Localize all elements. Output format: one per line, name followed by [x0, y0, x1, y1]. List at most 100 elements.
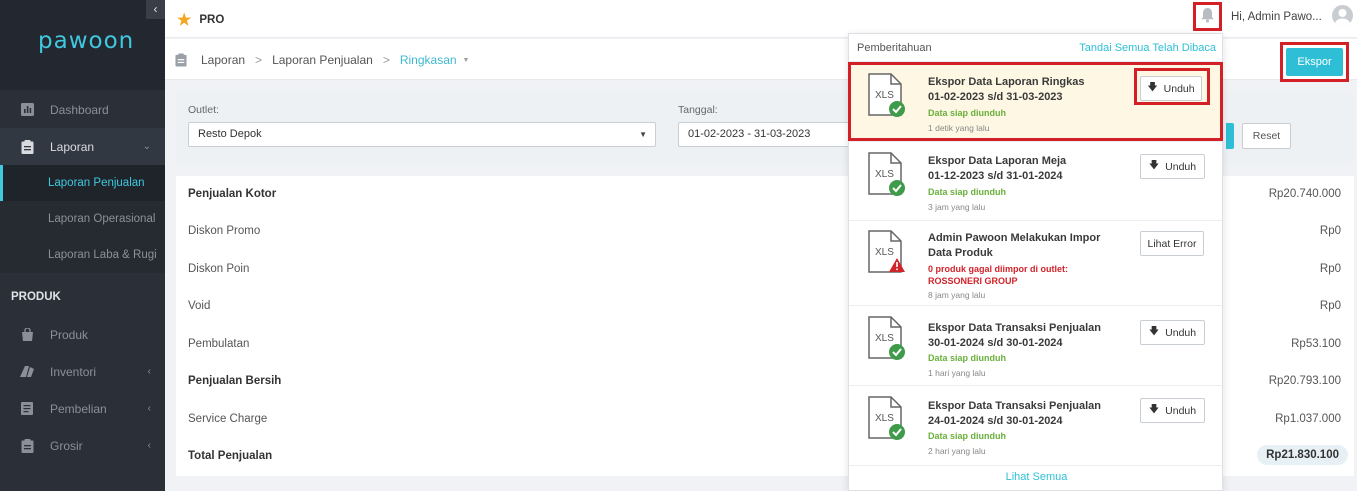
breadcrumb-item-laporan[interactable]: Laporan — [201, 53, 245, 67]
sidebar-item-label: Produk — [50, 327, 89, 342]
breadcrumb-item-laporan-penjualan[interactable]: Laporan Penjualan — [272, 53, 373, 67]
sidebar-item-label: Inventori — [50, 364, 97, 379]
notification-bell-button[interactable] — [1193, 2, 1222, 31]
export-button[interactable]: Ekspor — [1286, 48, 1343, 76]
sidebar-nav: Dashboard Laporan ⌄ Laporan Penjualan La… — [0, 90, 165, 464]
summary-label: Service Charge — [188, 413, 268, 425]
notification-title-text: Ekspor Data Laporan Meja 01-12-2023 s/d … — [928, 155, 1067, 182]
summary-value: Rp0 — [1319, 263, 1341, 275]
summary-label: Void — [188, 300, 211, 312]
summary-label: Total Penjualan — [188, 450, 273, 462]
download-button[interactable]: 🡇 Unduh — [1140, 320, 1205, 345]
total-sales-value: Rp21.830.100 — [1257, 445, 1348, 465]
notification-header: Pemberitahuan Tandai Semua Telah Dibaca — [849, 34, 1222, 62]
summary-label: Diskon Promo — [188, 225, 261, 237]
notification-title-text: Ekspor Data Transaksi Penjualan 30-01-20… — [928, 322, 1102, 349]
sidebar-item-laporan[interactable]: Laporan ⌄ — [0, 128, 165, 165]
notification-item[interactable]: XLS Ekspor Data Transaksi Penjualan 24-0… — [849, 386, 1222, 466]
plan-label: PRO — [199, 14, 225, 26]
download-button[interactable]: 🡇 Unduh — [1140, 76, 1202, 101]
svg-text:XLS: XLS — [875, 90, 894, 101]
breadcrumb-separator: > — [255, 53, 263, 67]
sidebar-item-label: Grosir — [50, 438, 83, 453]
download-arrow-icon: 🡇 — [1148, 160, 1160, 171]
bag-icon — [20, 328, 34, 342]
xls-file-success-icon: XLS — [867, 152, 907, 198]
mark-all-read-link[interactable]: Tandai Semua Telah Dibaca — [1079, 42, 1216, 54]
see-all-notifications-link[interactable]: Lihat Semua — [849, 471, 1222, 483]
notification-time: 3 jam yang lalu — [928, 202, 986, 212]
clipboard-icon — [175, 53, 187, 67]
sidebar-subitem-laporan-laba-rugi[interactable]: Laporan Laba & Rugi — [0, 237, 165, 273]
notification-dropdown: Pemberitahuan Tandai Semua Telah Dibaca … — [848, 33, 1223, 491]
chevron-down-icon: ⌄ — [142, 141, 151, 152]
sidebar-subitem-laporan-operasional[interactable]: Laporan Operasional — [0, 201, 165, 237]
notification-status: 0 produk gagal diimpor di outlet: ROSSON… — [928, 264, 1069, 286]
caret-down-icon: ▼ — [639, 130, 647, 139]
summary-value: Rp0 — [1319, 300, 1341, 312]
xls-file-success-icon: XLS — [867, 73, 907, 119]
notification-time: 2 hari yang lalu — [928, 446, 986, 456]
summary-value: Rp20.740.000 — [1268, 188, 1341, 200]
xls-file-success-icon: XLS — [867, 316, 907, 362]
breadcrumb-item-ringkasan[interactable]: Ringkasan — [400, 53, 457, 67]
sidebar-item-produk[interactable]: Produk — [0, 316, 165, 353]
outlet-select[interactable]: Resto Depok ▼ — [188, 122, 656, 147]
avatar[interactable] — [1332, 5, 1353, 26]
sidebar-item-pembelian[interactable]: Pembelian ‹ — [0, 390, 165, 427]
sidebar-subitem-laporan-penjualan[interactable]: Laporan Penjualan — [0, 165, 165, 201]
view-error-button[interactable]: Lihat Error — [1140, 231, 1204, 256]
download-arrow-icon: 🡇 — [1148, 404, 1160, 415]
export-highlight: Ekspor — [1280, 42, 1349, 82]
clipboard-icon — [20, 438, 34, 453]
notification-time: 1 hari yang lalu — [928, 368, 986, 378]
collapse-sidebar-button[interactable]: ‹ — [146, 0, 165, 19]
bar-chart-icon — [20, 103, 34, 117]
sidebar-item-label: Pembelian — [50, 401, 107, 416]
caret-down-icon[interactable]: ▼ — [463, 57, 470, 64]
download-button[interactable]: 🡇 Unduh — [1140, 398, 1205, 423]
download-arrow-icon: 🡇 — [1147, 82, 1158, 93]
inventory-icon — [20, 365, 34, 379]
user-greeting[interactable]: Hi, Admin Pawo... — [1231, 11, 1322, 23]
download-button[interactable]: 🡇 Unduh — [1140, 154, 1205, 179]
sidebar-item-grosir[interactable]: Grosir ‹ — [0, 427, 165, 464]
svg-text:XLS: XLS — [875, 413, 894, 424]
document-icon — [20, 402, 34, 416]
notification-item[interactable]: XLS Ekspor Data Laporan Ringkas 01-02-20… — [849, 63, 1222, 142]
notification-title-text: Ekspor Data Laporan Ringkas 01-02-2023 s… — [928, 76, 1085, 103]
logo-area: pawoon — [0, 0, 165, 90]
sidebar-item-inventori[interactable]: Inventori ‹ — [0, 353, 165, 390]
summary-value: Rp53.100 — [1291, 338, 1341, 350]
notification-title-text: Admin Pawoon Melakukan Impor Data Produk — [928, 232, 1101, 259]
breadcrumb: Laporan > Laporan Penjualan > Ringkasan … — [175, 53, 469, 67]
pawoon-logo[interactable]: pawoon — [38, 28, 134, 54]
notification-item[interactable]: XLS Ekspor Data Laporan Meja 01-12-2023 … — [849, 142, 1222, 221]
chevron-left-icon: ‹ — [147, 403, 151, 414]
plan-badge: ★ PRO — [177, 10, 224, 30]
summary-value: Rp20.793.100 — [1268, 375, 1341, 387]
sidebar-item-label: Laporan — [50, 139, 95, 154]
svg-text:XLS: XLS — [875, 247, 894, 258]
outlet-label: Outlet: — [188, 104, 219, 116]
sidebar-section-produk: PRODUK — [11, 291, 61, 303]
notification-time: 1 detik yang lalu — [928, 123, 990, 133]
sidebar-item-dashboard[interactable]: Dashboard — [0, 91, 165, 128]
chevron-left-icon: ‹ — [147, 366, 151, 377]
notification-item[interactable]: XLS Ekspor Data Transaksi Penjualan 30-0… — [849, 306, 1222, 386]
sidebar: pawoon ‹ Dashboard Laporan ⌄ Laporan Pen… — [0, 0, 165, 491]
summary-label: Penjualan Bersih — [188, 375, 282, 387]
apply-button[interactable] — [1226, 123, 1234, 149]
notification-title: Pemberitahuan — [857, 42, 932, 54]
bell-icon — [1200, 7, 1215, 26]
svg-text:XLS: XLS — [875, 169, 894, 180]
notification-item[interactable]: XLS Admin Pawoon Melakukan Impor Data Pr… — [849, 221, 1222, 306]
xls-file-error-icon: XLS — [867, 230, 907, 276]
notification-status: Data siap diunduh — [928, 187, 1007, 197]
summary-label: Penjualan Kotor — [188, 188, 277, 200]
star-icon: ★ — [177, 12, 192, 29]
chevron-left-icon: ‹ — [147, 440, 151, 451]
reset-button[interactable]: Reset — [1242, 123, 1291, 149]
notification-title-text: Ekspor Data Transaksi Penjualan 24-01-20… — [928, 400, 1102, 427]
clipboard-icon — [20, 139, 34, 154]
